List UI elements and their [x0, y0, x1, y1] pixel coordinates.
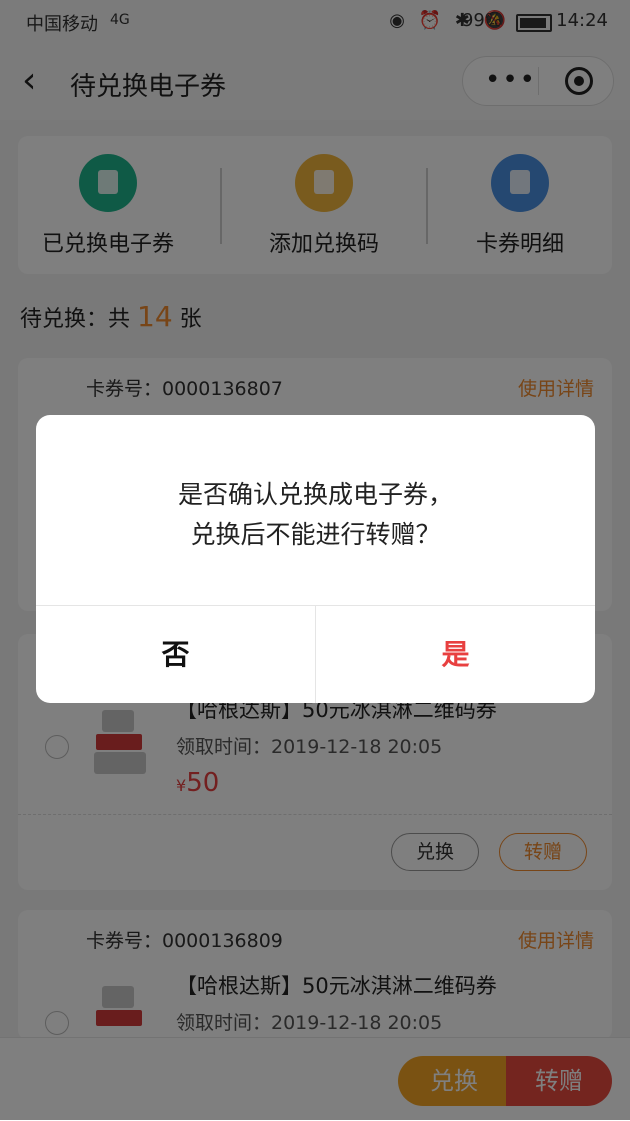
dialog-message-line2: 兑换后不能进行转赠？ — [190, 520, 441, 549]
dialog-message-line1: 是否确认兑换成电子券， — [177, 480, 453, 509]
confirm-button[interactable]: 是 — [316, 606, 595, 703]
confirm-dialog: 是否确认兑换成电子券， 兑换后不能进行转赠？ 否 是 — [36, 415, 595, 703]
cancel-button[interactable]: 否 — [36, 606, 315, 703]
dialog-message: 是否确认兑换成电子券， 兑换后不能进行转赠？ — [36, 475, 595, 555]
